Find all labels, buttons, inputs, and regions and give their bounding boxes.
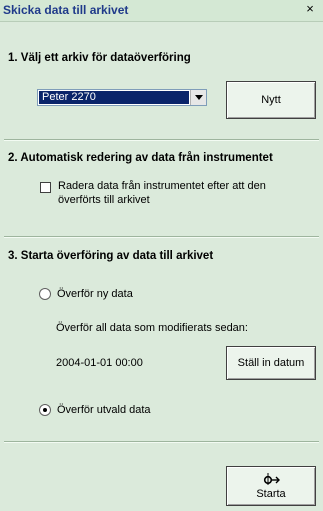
section-1-title: 1. Välj ett arkiv för dataöverföring — [8, 52, 191, 64]
window-title: Skicka data till arkivet — [3, 3, 129, 17]
transfer-icon — [263, 473, 280, 485]
date-value: 2004-01-01 00:00 — [56, 357, 143, 369]
delete-data-checkbox[interactable] — [40, 182, 51, 193]
radio-transfer-new-label: Överför ny data — [57, 288, 133, 300]
new-archive-button[interactable]: Nytt — [226, 81, 316, 119]
archive-select[interactable]: Peter 2270 — [37, 89, 207, 106]
radio-transfer-new[interactable] — [39, 288, 51, 300]
separator — [4, 441, 319, 443]
radio-transfer-selected-label: Överför utvald data — [57, 404, 151, 416]
separator — [4, 236, 319, 238]
delete-data-label-line1: Radera data från instrumentet efter att … — [58, 180, 266, 192]
close-icon[interactable]: × — [303, 2, 317, 16]
set-date-button[interactable]: Ställ in datum — [226, 346, 316, 380]
delete-data-label-line2: överförts till arkivet — [58, 194, 150, 206]
start-button[interactable]: Starta — [226, 466, 316, 506]
title-bar: Skicka data till arkivet × — [0, 0, 323, 22]
separator — [4, 139, 319, 141]
radio-transfer-selected[interactable] — [39, 404, 51, 416]
radio-selected-dot — [43, 408, 47, 412]
section-3-title: 3. Starta överföring av data till arkive… — [8, 250, 214, 262]
modified-since-label: Överför all data som modifierats sedan: — [56, 322, 248, 334]
archive-select-value: Peter 2270 — [39, 91, 189, 104]
start-button-label: Starta — [256, 488, 286, 500]
section-2-title: 2. Automatisk redering av data från inst… — [8, 152, 273, 164]
chevron-down-icon[interactable] — [190, 90, 206, 105]
